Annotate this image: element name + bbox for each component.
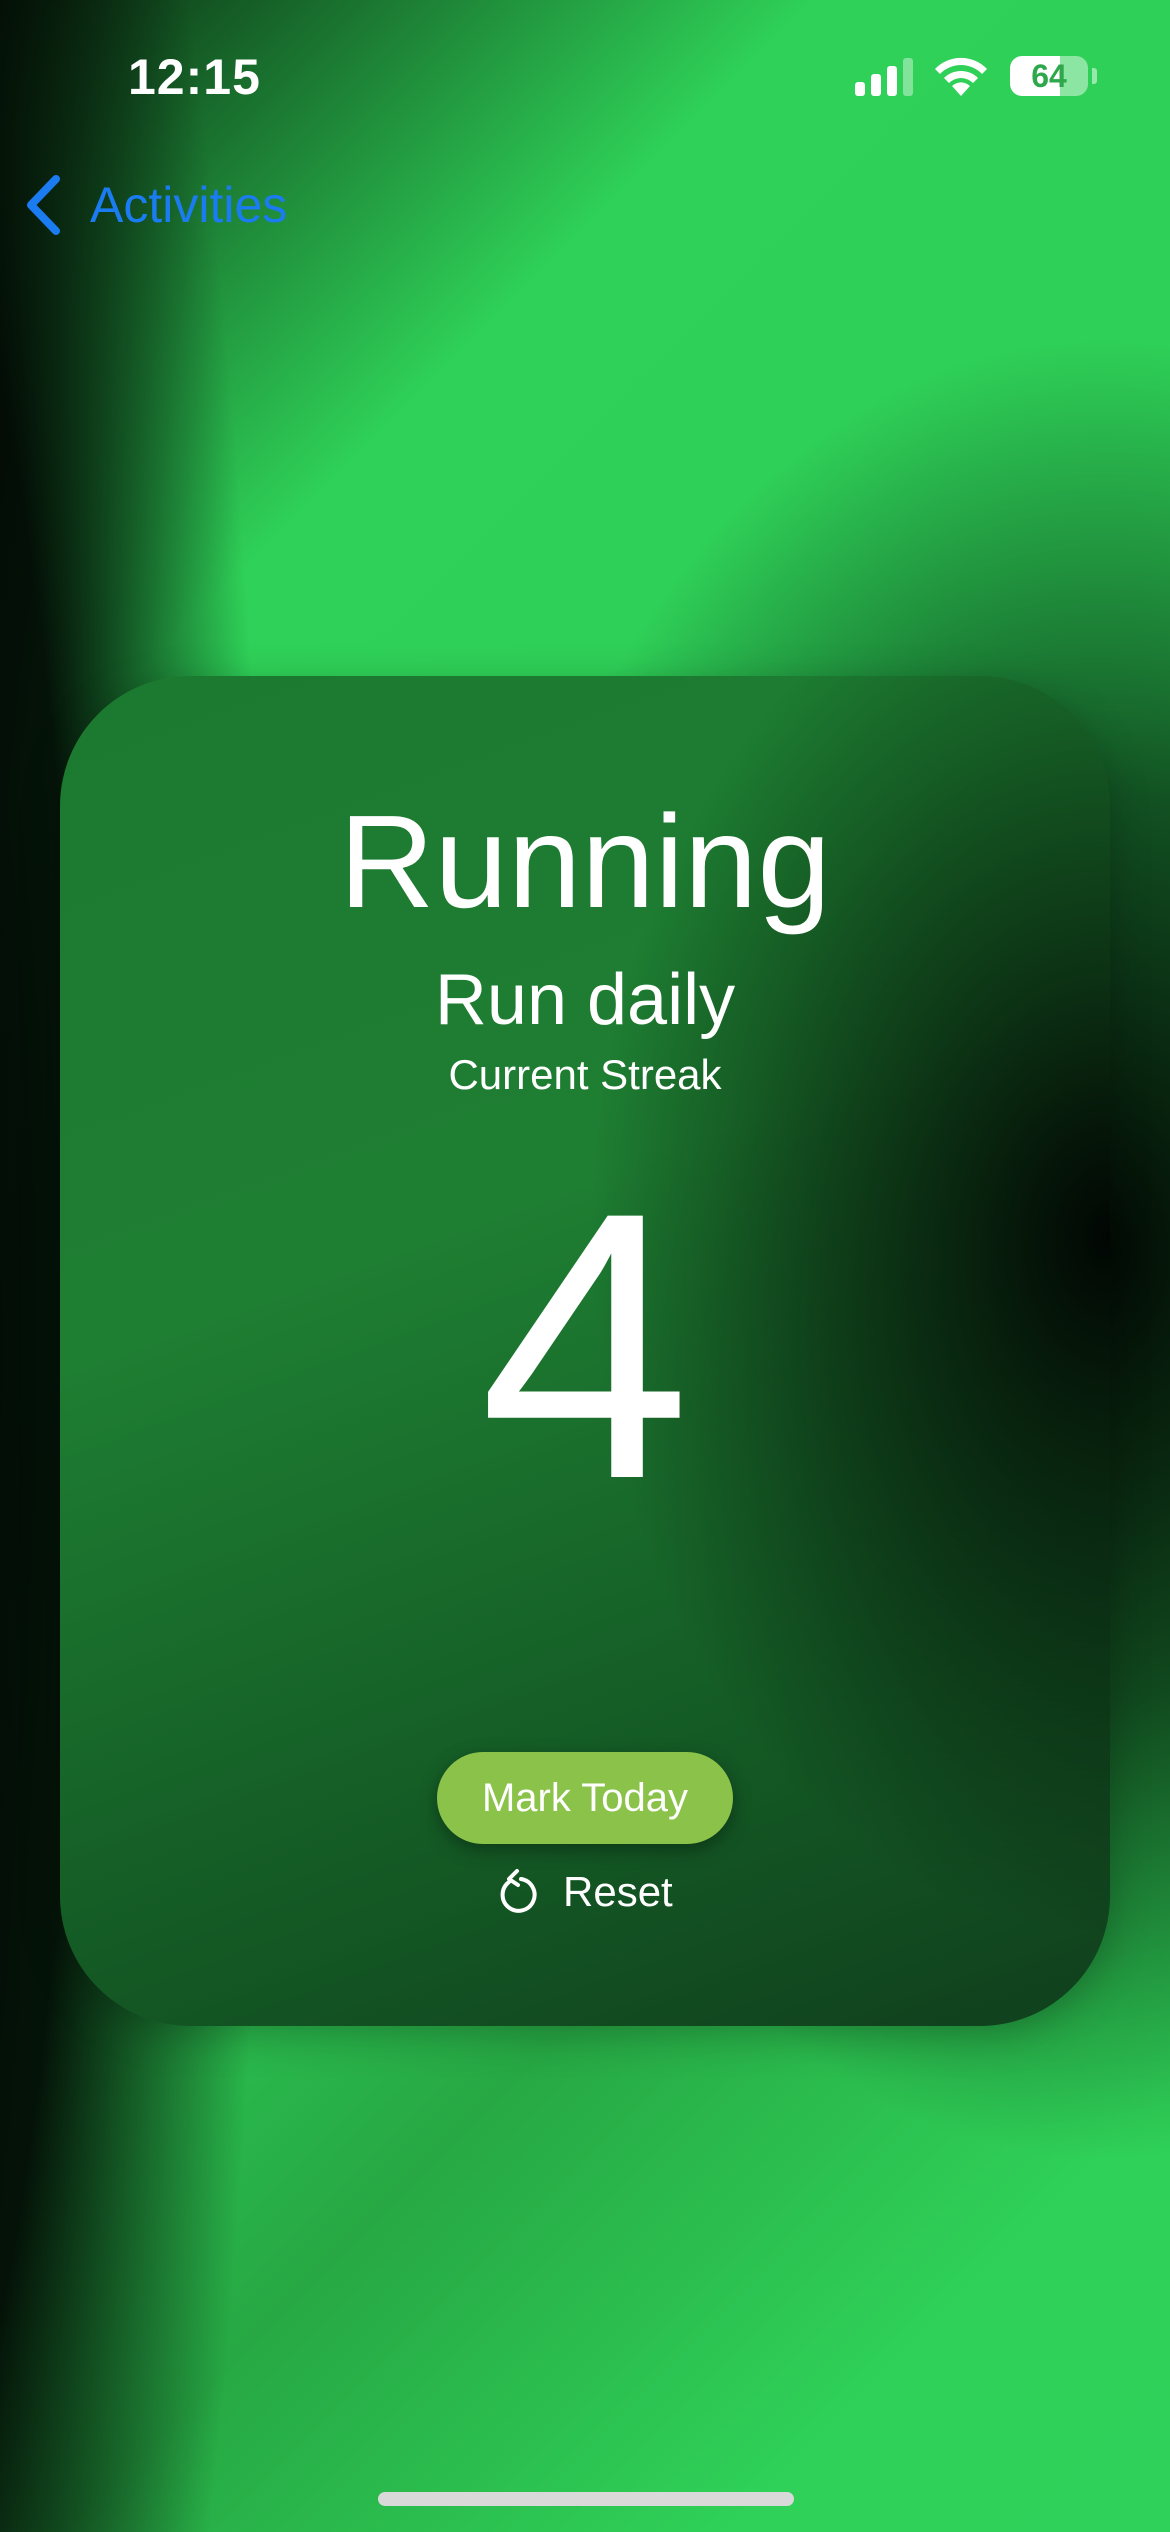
status-time: 12:15 [128, 49, 261, 105]
reset-label: Reset [563, 1868, 673, 1915]
battery-icon: 64 [1010, 56, 1088, 96]
battery-tip [1092, 68, 1097, 84]
back-label: Activities [90, 177, 288, 233]
battery-percent: 64 [1031, 58, 1067, 94]
mark-today-button[interactable]: Mark Today [437, 1752, 733, 1844]
home-indicator[interactable] [378, 2492, 794, 2506]
activity-title: Running [339, 788, 831, 935]
back-button[interactable]: Activities [22, 170, 287, 240]
streak-count: 4 [479, 1133, 691, 1558]
reset-arrow-icon [500, 1869, 537, 1913]
wifi-icon [935, 57, 987, 96]
activity-goal: Run daily [434, 960, 736, 1040]
cellular-signal-icon [855, 56, 915, 96]
chevron-left-icon [27, 175, 60, 235]
activity-detail-screen: 12:15 64 Activities Running Run daily Cu… [0, 0, 1170, 2532]
reset-button[interactable]: Reset [495, 1862, 673, 1922]
streak-label: Current Streak [448, 1051, 722, 1098]
activity-card: Running Run daily Current Streak 4 Mark … [60, 676, 1110, 2026]
